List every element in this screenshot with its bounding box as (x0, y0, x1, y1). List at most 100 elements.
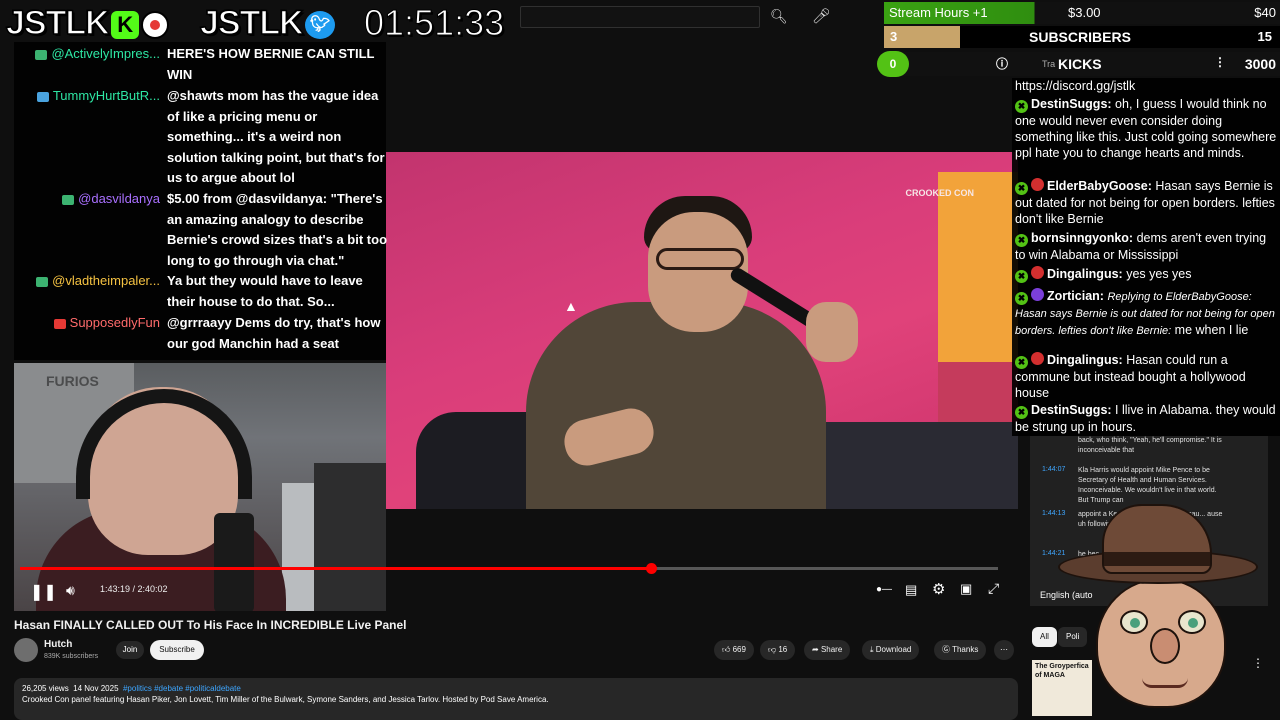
volume-icon[interactable]: 🔊︎ (66, 582, 75, 599)
search-input[interactable] (520, 6, 760, 28)
chat-message-text: yes yes yes (1126, 267, 1192, 281)
kick-badge-icon: K (110, 11, 139, 40)
channel-avatar[interactable] (14, 638, 38, 662)
chat-message: ✖ DestinSuggs: oh, I guess I would think … (1015, 96, 1279, 161)
like-count: 669 (732, 645, 746, 654)
chat-username[interactable]: ElderBabyGoose: (1047, 179, 1152, 193)
thanks-icon: Ⓖ (942, 645, 953, 654)
transcript-timestamp[interactable]: 1:44:07 (1042, 466, 1065, 473)
thanks-button[interactable]: Ⓖ Thanks (934, 640, 987, 660)
chip-all[interactable]: All (1032, 627, 1057, 647)
stream-hours-current: $3.00 (1068, 5, 1101, 20)
video-title: Hasan FINALLY CALLED OUT To His Face In … (14, 618, 407, 632)
subscriber-badge-icon (1031, 178, 1044, 191)
info-icon[interactable]: ⓘ (996, 55, 1008, 72)
more-actions-icon[interactable]: ⋯ (994, 640, 1014, 660)
transcript-text: back, who think, "Yeah, he'll compromise… (1078, 437, 1222, 454)
stream-clock: 01:51:33 (363, 2, 505, 44)
stream-screen: 🔍︎ 🎤︎ JSTLK K JSTLK 🐦︎ 01:51:33 CROOKED CO… (0, 0, 1280, 720)
subscriber-count: 839K subscribers (44, 653, 99, 660)
subscriber-badge-icon (1031, 352, 1044, 365)
chat-message: ✖ Dingalingus: Hasan could run a commune … (1015, 352, 1279, 401)
chat-message: ✖ Dingalingus: yes yes yes (1015, 266, 1279, 283)
chat-message-text: Ya but they would have to leave their ho… (167, 273, 363, 309)
chat-username[interactable]: @ActivelyImpres... (35, 46, 160, 61)
backdrop-panel (938, 172, 1018, 362)
chat-username[interactable]: SupposedlyFun (53, 315, 160, 330)
chat-username[interactable]: Zortician: (1047, 289, 1104, 303)
share-button[interactable]: ➦ Share (804, 640, 851, 660)
dislike-button[interactable]: 👎︎ 16 (760, 640, 796, 660)
chat-username[interactable]: Dingalingus: (1047, 267, 1123, 281)
mascot-mouth (1142, 678, 1188, 688)
thanks-label: Thanks (952, 645, 979, 654)
chat-username[interactable]: Dingalingus: (1047, 353, 1123, 367)
seek-bar[interactable] (20, 563, 998, 574)
speaker-glasses (656, 248, 744, 270)
chat-username-text: @ActivelyImpres... (51, 46, 160, 61)
chat-username[interactable]: TummyHurtButR... (36, 88, 160, 103)
chat-username[interactable]: @dasvildanya (62, 191, 160, 206)
upload-date: 14 Nov 2025 (73, 684, 119, 693)
kick-badge-icon: ✖ (1015, 406, 1028, 419)
mascot-nose (1150, 628, 1180, 664)
chat-username-text: @vladtheimpaler... (52, 273, 160, 288)
stream-hours-target: $40 (1254, 5, 1276, 20)
chat-badge-icon (35, 49, 48, 60)
chat-username-text: TummyHurtButR... (52, 88, 160, 103)
share-label: Share (820, 645, 843, 654)
captions-icon[interactable]: ▤ (905, 582, 917, 598)
kicks-current: 0 (877, 51, 909, 77)
download-button[interactable]: ⤓ Download (862, 640, 920, 660)
stream-hours-label: Stream Hours +1 (889, 5, 988, 20)
channel-name[interactable]: Hutch (44, 639, 72, 650)
logo-twitter-text: JSTLK (199, 3, 304, 43)
studio-microphone (214, 513, 254, 611)
subscriber-badge-icon (1031, 288, 1044, 301)
chat-message: ✖ Zortician: Replying to ElderBabyGoose: … (1015, 288, 1279, 339)
kick-badge-icon: ✖ (1015, 270, 1028, 283)
like-button[interactable]: 👍︎ 669 (714, 640, 754, 660)
chat-username[interactable]: bornsinngyonko: (1031, 231, 1133, 245)
chat-username-text: @dasvildanya (78, 191, 160, 206)
main-video[interactable]: CROOKED CON ▲ (386, 152, 1018, 509)
chat-message: ✖ bornsinngyonko: dems aren't even trying… (1015, 230, 1279, 263)
fullscreen-icon[interactable]: ⤢ (988, 580, 999, 597)
background-pc (314, 463, 386, 611)
stream-hours-goal: Stream Hours +1 $3.00 $40 (884, 2, 1280, 24)
chat-badge-icon (53, 318, 66, 329)
chat-message-text: me when I lie (1174, 323, 1249, 337)
logo-kick-text: JSTLK (5, 3, 110, 43)
dislike-count: 16 (778, 645, 788, 654)
mascot-eye (1178, 610, 1206, 634)
twitter-logo: JSTLK 🐦︎ (199, 3, 335, 44)
kick-logo: JSTLK K (5, 3, 169, 44)
search-icon[interactable]: 🔍︎ (770, 8, 788, 25)
chat-message-text: @grrraayy Dems do try, that's how our go… (167, 315, 381, 351)
streamer-webcam: FURIOS (14, 363, 386, 611)
background-sign: FURIOS (46, 373, 99, 389)
chat-username[interactable]: DestinSuggs: (1031, 97, 1112, 111)
chat-username[interactable]: @vladtheimpaler... (36, 273, 160, 288)
subscribers-target: 15 (1257, 29, 1272, 44)
kicks-label: KICKS (1058, 56, 1102, 72)
miniplayer-icon[interactable]: ▣ (960, 581, 972, 597)
settings-gear-icon[interactable]: ⚙ (932, 580, 945, 598)
description-box[interactable]: 26,205 views 14 Nov 2025 #politics #deba… (14, 678, 1018, 720)
hashtags[interactable]: #politics #debate #politicaldebate (123, 684, 241, 693)
pause-icon[interactable]: ❚❚ (30, 582, 57, 602)
subscribe-button[interactable]: Subscribe (150, 640, 204, 660)
chat-badge-icon (62, 194, 75, 205)
chat-message-text: HERE'S HOW BERNIE CAN STILL WIN (167, 46, 375, 82)
download-label: Download (875, 645, 912, 654)
subscribers-goal: 3 SUBSCRIBERS 15 (884, 26, 1280, 48)
kebab-menu-icon[interactable]: ⋮ (1214, 55, 1226, 69)
chat-username[interactable]: DestinSuggs: (1031, 403, 1112, 417)
seek-bar-handle[interactable] (645, 563, 657, 574)
join-button[interactable]: Join (116, 641, 144, 659)
microphone-icon[interactable]: 🎤︎ (812, 7, 831, 25)
mascot-pupil (1188, 618, 1198, 628)
event-sign: CROOKED CON (905, 188, 974, 198)
subscriber-badge-icon (1031, 266, 1044, 279)
autoplay-toggle[interactable]: ●― (876, 584, 892, 595)
